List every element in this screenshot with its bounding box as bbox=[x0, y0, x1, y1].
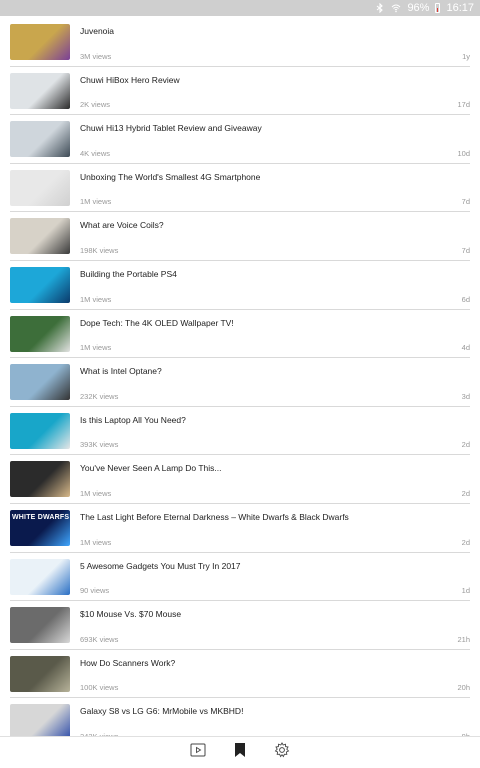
video-thumbnail[interactable] bbox=[10, 412, 70, 449]
status-bar: 96% 16:17 bbox=[0, 0, 480, 16]
video-row[interactable]: $10 Mouse Vs. $70 Mouse 693K views 21h bbox=[10, 601, 470, 650]
settings-tab[interactable] bbox=[272, 742, 292, 763]
video-title[interactable]: Chuwi Hi13 Hybrid Tablet Review and Give… bbox=[80, 123, 468, 133]
video-age: 2d bbox=[461, 488, 470, 498]
video-row[interactable]: Galaxy S8 vs LG G6: MrMobile vs MKBHD!24… bbox=[10, 698, 470, 736]
videos-tab[interactable] bbox=[188, 743, 208, 763]
video-title[interactable]: Is this Laptop All You Need? bbox=[80, 415, 468, 425]
video-row[interactable]: Dope Tech: The 4K OLED Wallpaper TV! 1M v… bbox=[10, 310, 470, 359]
view-count: 1M views bbox=[80, 488, 112, 498]
video-thumbnail[interactable] bbox=[10, 704, 70, 736]
video-thumbnail[interactable] bbox=[10, 364, 70, 401]
bottom-nav bbox=[0, 736, 480, 768]
video-age: 7d bbox=[461, 245, 470, 255]
video-title[interactable]: Dope Tech: The 4K OLED Wallpaper TV! bbox=[80, 318, 468, 328]
bookmark-icon bbox=[234, 742, 246, 763]
video-row[interactable]: 5 Awesome Gadgets You Must Try In 2017 90… bbox=[10, 553, 470, 602]
video-title[interactable]: Juvenoia bbox=[80, 26, 468, 36]
video-title[interactable]: How Do Scanners Work? bbox=[80, 658, 468, 668]
video-thumbnail[interactable] bbox=[10, 169, 70, 206]
thumbnail-caption: WHITE DWARFS bbox=[12, 513, 70, 521]
video-thumbnail[interactable] bbox=[10, 266, 70, 303]
video-thumbnail[interactable] bbox=[10, 461, 70, 498]
view-count: 693K views bbox=[80, 634, 119, 644]
view-count: 198K views bbox=[80, 245, 119, 255]
view-count: 393K views bbox=[80, 440, 119, 450]
video-age: 2d bbox=[461, 440, 470, 450]
video-age: 3d bbox=[461, 391, 470, 401]
video-row[interactable]: Is this Laptop All You Need? 393K views 2d bbox=[10, 407, 470, 456]
view-count: 2K views bbox=[80, 100, 111, 110]
view-count: 1M views bbox=[80, 537, 112, 547]
video-row[interactable]: Unboxing The World's Smallest 4G Smartph… bbox=[10, 164, 470, 213]
video-list[interactable]: Juvenoia 3M views 1y Chuwi HiBox Hero Revie… bbox=[0, 18, 480, 736]
play-icon bbox=[190, 743, 206, 762]
video-row[interactable]: How Do Scanners Work? 100K views 20h bbox=[10, 650, 470, 699]
video-thumbnail[interactable] bbox=[10, 24, 70, 60]
view-count: 232K views bbox=[80, 391, 119, 401]
bookmarks-tab[interactable] bbox=[230, 743, 250, 763]
video-age: 21h bbox=[457, 634, 470, 644]
video-thumbnail[interactable] bbox=[10, 218, 70, 255]
video-title[interactable]: 5 Awesome Gadgets You Must Try In 2017 bbox=[80, 561, 468, 571]
battery-percent: 96% bbox=[407, 2, 430, 14]
video-thumbnail[interactable] bbox=[10, 655, 70, 692]
video-row[interactable]: What are Voice Coils? 198K views 7d bbox=[10, 212, 470, 261]
view-count: 1M views bbox=[80, 343, 112, 353]
video-row[interactable]: What is Intel Optane? 232K views 3d bbox=[10, 358, 470, 407]
video-title[interactable]: The Last Light Before Eternal Darkness –… bbox=[80, 512, 468, 522]
video-row[interactable]: WHITE DWARFS The Last Light Before Eterna… bbox=[10, 504, 470, 553]
wifi-icon bbox=[391, 0, 401, 16]
video-thumbnail[interactable] bbox=[10, 607, 70, 644]
video-title[interactable]: Galaxy S8 vs LG G6: MrMobile vs MKBHD! bbox=[80, 706, 468, 716]
view-count: 3M views bbox=[80, 51, 112, 61]
bluetooth-icon bbox=[375, 0, 385, 16]
video-age: 17d bbox=[457, 100, 470, 110]
video-thumbnail[interactable] bbox=[10, 72, 70, 109]
battery-icon bbox=[435, 0, 441, 16]
video-title[interactable]: $10 Mouse Vs. $70 Mouse bbox=[80, 609, 468, 619]
video-age: 7d bbox=[461, 197, 470, 207]
video-age: 1y bbox=[462, 51, 470, 61]
view-count: 1M views bbox=[80, 197, 112, 207]
video-thumbnail[interactable] bbox=[10, 121, 70, 158]
video-age: 4d bbox=[461, 343, 470, 353]
video-age: 2d bbox=[461, 537, 470, 547]
view-count: 90 views bbox=[80, 586, 110, 596]
gear-icon bbox=[274, 742, 290, 763]
view-count: 1M views bbox=[80, 294, 112, 304]
video-title[interactable]: What are Voice Coils? bbox=[80, 220, 468, 230]
video-title[interactable]: Chuwi HiBox Hero Review bbox=[80, 75, 468, 85]
video-thumbnail[interactable]: WHITE DWARFS bbox=[10, 509, 70, 546]
video-age: 10d bbox=[457, 148, 470, 158]
video-title[interactable]: Unboxing The World's Smallest 4G Smartph… bbox=[80, 172, 468, 182]
video-row[interactable]: Chuwi HiBox Hero Review 2K views 17d bbox=[10, 67, 470, 116]
video-thumbnail[interactable] bbox=[10, 558, 70, 595]
video-row[interactable]: Juvenoia 3M views 1y bbox=[10, 18, 470, 67]
video-row[interactable]: Chuwi Hi13 Hybrid Tablet Review and Give… bbox=[10, 115, 470, 164]
video-age: 20h bbox=[457, 683, 470, 693]
video-title[interactable]: You've Never Seen A Lamp Do This... bbox=[80, 463, 468, 473]
video-row[interactable]: Building the Portable PS4 1M views 6d bbox=[10, 261, 470, 310]
view-count: 4K views bbox=[80, 148, 111, 158]
video-thumbnail[interactable] bbox=[10, 315, 70, 352]
video-row[interactable]: You've Never Seen A Lamp Do This... 1M vi… bbox=[10, 455, 470, 504]
video-age: 6d bbox=[461, 294, 470, 304]
video-age: 1d bbox=[461, 586, 470, 596]
clock: 16:17 bbox=[446, 2, 474, 14]
video-title[interactable]: What is Intel Optane? bbox=[80, 366, 468, 376]
video-title[interactable]: Building the Portable PS4 bbox=[80, 269, 468, 279]
view-count: 100K views bbox=[80, 683, 119, 693]
